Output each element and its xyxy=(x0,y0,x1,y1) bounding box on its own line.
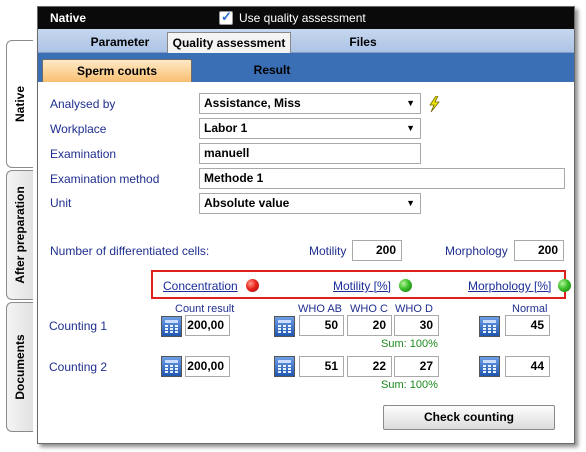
title-bar: Native Use quality assessment xyxy=(38,7,574,29)
counting-1-who-ab[interactable]: 50 xyxy=(299,315,344,336)
side-tab-after-preparation-label: After preparation xyxy=(13,186,27,284)
motility-count-input[interactable]: 200 xyxy=(352,240,402,261)
main-panel: Native Use quality assessment Parameter … xyxy=(37,6,575,444)
calculator-icon[interactable] xyxy=(479,316,500,337)
calculator-icon[interactable] xyxy=(274,316,295,337)
chevron-down-icon: ▼ xyxy=(406,198,415,208)
app-root: Native After preparation Documents Nativ… xyxy=(0,0,586,452)
count-result-header: Count result xyxy=(175,303,235,315)
side-tab-after-preparation[interactable]: After preparation xyxy=(6,170,33,300)
lightning-icon[interactable] xyxy=(427,96,441,112)
morphology-count-input[interactable]: 200 xyxy=(514,240,564,261)
motility-status-icon xyxy=(399,279,412,292)
sub-tab-bar: Sperm counts Result xyxy=(38,53,574,82)
tab-quality-assessment-label: Quality assessment xyxy=(172,36,286,50)
morphology-count-label: Morphology xyxy=(445,244,508,258)
counting-1-who-c[interactable]: 20 xyxy=(347,315,392,336)
workplace-value: Labor 1 xyxy=(204,121,248,135)
check-counting-button[interactable]: Check counting xyxy=(383,405,555,430)
who-ab-header: WHO AB xyxy=(298,303,343,315)
tab-files-label: Files xyxy=(349,35,377,49)
counting-1-sum: Sum: 100% xyxy=(381,338,438,350)
examination-label: Examination xyxy=(50,147,117,161)
calculator-icon[interactable] xyxy=(161,316,182,337)
chevron-down-icon: ▼ xyxy=(406,123,415,133)
examination-method-value: Methode 1 xyxy=(204,171,264,185)
counting-1-who-d[interactable]: 30 xyxy=(394,315,439,336)
unit-select[interactable]: Absolute value ▼ xyxy=(199,193,421,214)
calculator-icon[interactable] xyxy=(479,356,500,377)
differentiated-cells-label: Number of differentiated cells: xyxy=(50,244,210,258)
examination-method-label: Examination method xyxy=(50,172,160,186)
unit-value: Absolute value xyxy=(204,196,290,210)
morphology-link[interactable]: Morphology [%] xyxy=(468,279,551,293)
workplace-label: Workplace xyxy=(50,122,107,136)
side-tab-native[interactable]: Native xyxy=(6,40,33,168)
counting-2-who-d[interactable]: 27 xyxy=(394,356,439,377)
tab-parameter-label: Parameter xyxy=(90,35,150,49)
side-tab-native-label: Native xyxy=(13,85,27,123)
normal-header: Normal xyxy=(512,303,548,315)
counting-1-label: Counting 1 xyxy=(49,319,108,333)
examination-method-input[interactable]: Methode 1 xyxy=(199,168,565,189)
quality-assessment-label[interactable]: Use quality assessment xyxy=(239,11,366,25)
who-c-header: WHO C xyxy=(350,303,388,315)
who-d-header: WHO D xyxy=(395,303,433,315)
counting-1-normal[interactable]: 45 xyxy=(505,315,550,336)
tab-result[interactable]: Result xyxy=(232,59,312,82)
tab-files[interactable]: Files xyxy=(333,32,393,53)
tab-sperm-counts-label: Sperm counts xyxy=(76,64,157,78)
main-tab-bar: Parameter Quality assessment Files xyxy=(38,29,574,53)
calculator-icon[interactable] xyxy=(161,356,182,377)
counting-2-normal[interactable]: 44 xyxy=(505,356,550,377)
counting-2-count-result[interactable]: 200,00 xyxy=(185,356,230,377)
tab-parameter[interactable]: Parameter xyxy=(70,32,170,53)
concentration-status-icon xyxy=(246,279,259,292)
counting-2-who-ab[interactable]: 51 xyxy=(299,356,344,377)
unit-label: Unit xyxy=(50,196,72,210)
chevron-down-icon: ▼ xyxy=(406,98,415,108)
tab-quality-assessment[interactable]: Quality assessment xyxy=(167,32,291,53)
examination-input[interactable]: manuell xyxy=(199,143,421,164)
motility-count-label: Motility xyxy=(309,244,347,258)
side-tab-documents[interactable]: Documents xyxy=(6,302,33,432)
tab-sperm-counts[interactable]: Sperm counts xyxy=(42,59,192,82)
window-title: Native xyxy=(50,11,87,25)
concentration-link[interactable]: Concentration xyxy=(163,279,238,293)
workplace-select[interactable]: Labor 1 ▼ xyxy=(199,118,421,139)
analysed-by-select[interactable]: Assistance, Miss ▼ xyxy=(199,93,421,114)
examination-value: manuell xyxy=(204,146,250,160)
counting-2-label: Counting 2 xyxy=(49,360,108,374)
check-counting-label: Check counting xyxy=(423,410,514,424)
counting-2-who-c[interactable]: 22 xyxy=(347,356,392,377)
calculator-icon[interactable] xyxy=(274,356,295,377)
counting-1-count-result[interactable]: 200,00 xyxy=(185,315,230,336)
analysed-by-value: Assistance, Miss xyxy=(204,96,301,110)
quality-assessment-checkbox[interactable] xyxy=(219,9,233,25)
analysed-by-label: Analysed by xyxy=(50,97,116,111)
counting-2-sum: Sum: 100% xyxy=(381,379,438,391)
motility-link[interactable]: Motility [%] xyxy=(333,279,391,293)
side-tab-documents-label: Documents xyxy=(13,334,27,400)
tab-result-label: Result xyxy=(253,63,291,77)
morphology-status-icon xyxy=(558,279,571,292)
